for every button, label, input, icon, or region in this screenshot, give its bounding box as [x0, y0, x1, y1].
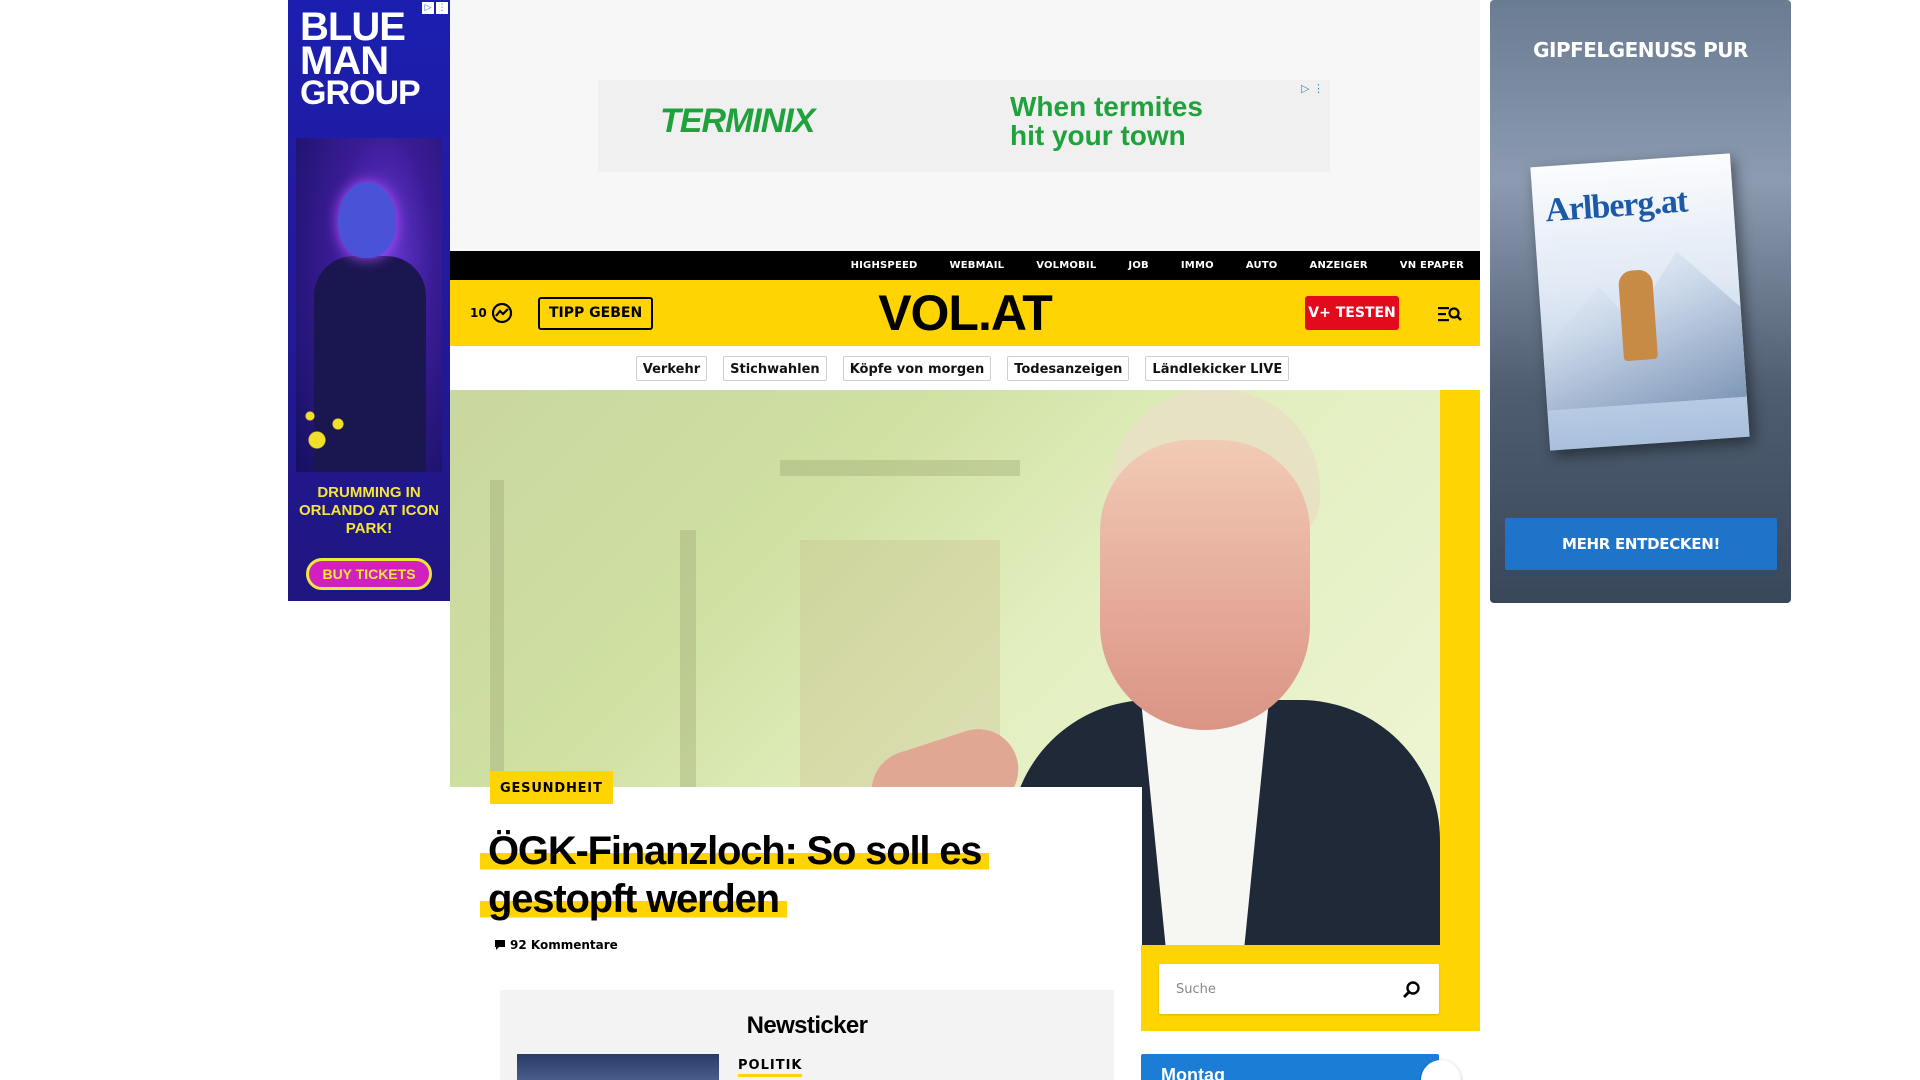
top-link-auto[interactable]: AUTO — [1246, 251, 1278, 280]
magazine-cover-image: Arlberg.at — [1530, 153, 1750, 451]
mehr-entdecken-button[interactable]: MEHR ENTDECKEN! — [1505, 518, 1777, 570]
headline-line-1[interactable]: ÖGK-Finanzloch: So soll es — [480, 829, 990, 873]
top-link-webmail[interactable]: WEBMAIL — [950, 251, 1005, 280]
top-link-highspeed[interactable]: HIGHSPEED — [851, 251, 918, 280]
top-link-immo[interactable]: IMMO — [1181, 251, 1214, 280]
ad-tagline: DRUMMING IN ORLANDO AT ICON PARK! — [299, 484, 439, 537]
nav-pill-verkehr[interactable]: Verkehr — [635, 355, 708, 381]
page: ▷ ⋮ BLUE MAN GROUP DRUMMING IN ORLANDO A… — [0, 0, 1920, 1080]
lead-article-card[interactable]: GESUNDHEIT ÖGK-Finanzloch: So soll es ge… — [450, 771, 1142, 977]
newsticker-title: Newsticker — [746, 1012, 868, 1039]
site-header: 10 TIPP GEBEN VOL.AT V+ TESTEN — [450, 280, 1480, 346]
blue-man-group-logo: BLUE MAN GROUP — [300, 7, 440, 112]
topic-nav: Verkehr Stichwahlen Köpfe von morgen Tod… — [450, 346, 1480, 390]
ad-slogan-line-1: When termites — [1010, 91, 1203, 122]
top-link-vn-epaper[interactable]: VN EPAPER — [1400, 251, 1464, 280]
comments-count: 92 Kommentare — [510, 938, 618, 952]
tipp-geben-button[interactable]: TIPP GEBEN — [538, 297, 654, 330]
newsticker-kicker[interactable]: POLITIK — [738, 1058, 803, 1077]
search-input[interactable] — [1159, 964, 1399, 1014]
logo-line-3: GROUP — [300, 73, 421, 112]
next-day-button[interactable] — [1421, 1060, 1461, 1080]
hero-accent-strip — [1440, 390, 1480, 1030]
search-field — [1159, 964, 1439, 1014]
nav-pill-todesanzeigen[interactable]: Todesanzeigen — [1007, 355, 1130, 381]
left-skyscraper-ad[interactable]: ▷ ⋮ BLUE MAN GROUP DRUMMING IN ORLANDO A… — [288, 0, 450, 601]
weather-day-widget[interactable]: Montag — [1141, 1054, 1461, 1080]
comment-icon — [495, 940, 505, 950]
magazine-title: Arlberg.at — [1544, 182, 1689, 230]
ad-performer-image — [296, 138, 442, 472]
comments-link[interactable]: 92 Kommentare — [494, 937, 618, 953]
ad-choices-icon[interactable]: ▷ ⋮ — [1301, 82, 1324, 96]
nav-pill-koepfe-von-morgen[interactable]: Köpfe von morgen — [842, 355, 992, 381]
terminix-logo: TERMINIX — [660, 102, 815, 140]
search-icon[interactable] — [1401, 980, 1421, 1000]
top-link-anzeiger[interactable]: ANZEIGER — [1310, 251, 1368, 280]
day-label: Montag — [1161, 1065, 1225, 1080]
vplus-testen-button[interactable]: V+ TESTEN — [1305, 296, 1399, 330]
headline-line-2[interactable]: gestopft werden — [480, 877, 787, 921]
top-links-bar: HIGHSPEED WEBMAIL VOLMOBIL JOB IMMO AUTO… — [450, 251, 1480, 280]
counter-value: 10 — [470, 306, 487, 320]
leaderboard-ad[interactable]: TERMINIX When termites hit your town ▷ ⋮ — [598, 80, 1330, 172]
nav-pill-laendlekicker-live[interactable]: Ländlekicker LIVE — [1145, 355, 1290, 381]
nav-pill-stichwahlen[interactable]: Stichwahlen — [723, 355, 827, 381]
newsticker-thumbnail[interactable] — [517, 1054, 719, 1080]
category-badge[interactable]: GESUNDHEIT — [490, 771, 613, 804]
sidebar-search — [1141, 945, 1480, 1031]
buy-tickets-button[interactable]: BUY TICKETS — [306, 558, 432, 590]
top-link-volmobil[interactable]: VOLMOBIL — [1036, 251, 1096, 280]
lead-headline[interactable]: ÖGK-Finanzloch: So soll es gestopft werd… — [480, 827, 1040, 923]
ad-slogan-line-2: hit your town — [1010, 120, 1186, 152]
newsticker: Newsticker POLITIK — [500, 990, 1114, 1080]
menu-search-icon[interactable] — [1438, 304, 1462, 324]
notification-counter[interactable]: 10 — [470, 302, 513, 324]
ad-slogan: When termites hit your town — [1010, 92, 1203, 151]
right-skyscraper-ad[interactable]: GIPFELGENUSS PUR Arlberg.at MEHR ENTDECK… — [1490, 0, 1791, 603]
gauge-icon — [491, 302, 512, 324]
right-ad-headline: GIPFELGENUSS PUR — [1533, 38, 1748, 62]
top-link-job[interactable]: JOB — [1128, 251, 1148, 280]
